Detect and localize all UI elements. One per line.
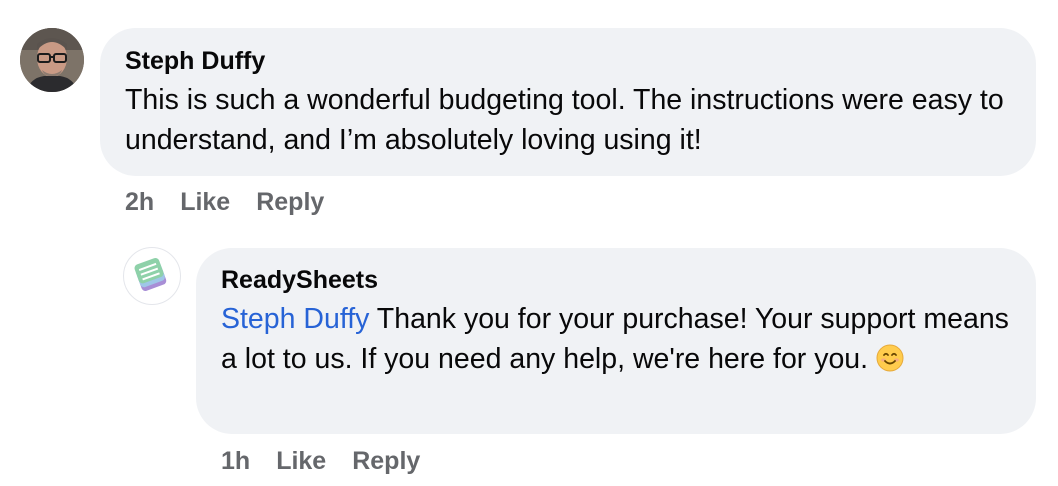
comment-bubble: Steph Duffy This is such a wonderful bud… <box>100 28 1036 176</box>
comment-timestamp[interactable]: 2h <box>125 188 154 217</box>
reply-bubble: ReadySheets Steph Duffy Thank you for yo… <box>196 248 1036 434</box>
smiling-face-icon <box>876 343 904 372</box>
comment-actions: 2h Like Reply <box>125 188 324 217</box>
comment-text: This is such a wonderful budgeting tool.… <box>125 84 1004 156</box>
reply-text: Steph Duffy Thank you for your purchase!… <box>221 299 1010 379</box>
reply-like-button[interactable]: Like <box>276 447 326 476</box>
comment-like-button[interactable]: Like <box>180 188 230 217</box>
reply-actions: 1h Like Reply <box>221 447 420 476</box>
comment-author[interactable]: Steph Duffy <box>125 46 1010 76</box>
reply-timestamp[interactable]: 1h <box>221 447 250 476</box>
commenter-avatar[interactable] <box>20 28 84 92</box>
reply-reply-button[interactable]: Reply <box>352 447 420 476</box>
reply-author[interactable]: ReadySheets <box>221 265 1010 295</box>
comment-reply-button[interactable]: Reply <box>256 188 324 217</box>
person-photo-icon <box>20 28 84 92</box>
mention-link[interactable]: Steph Duffy <box>221 303 369 335</box>
readysheets-avatar[interactable] <box>123 247 181 305</box>
readysheets-logo-icon <box>134 257 167 291</box>
